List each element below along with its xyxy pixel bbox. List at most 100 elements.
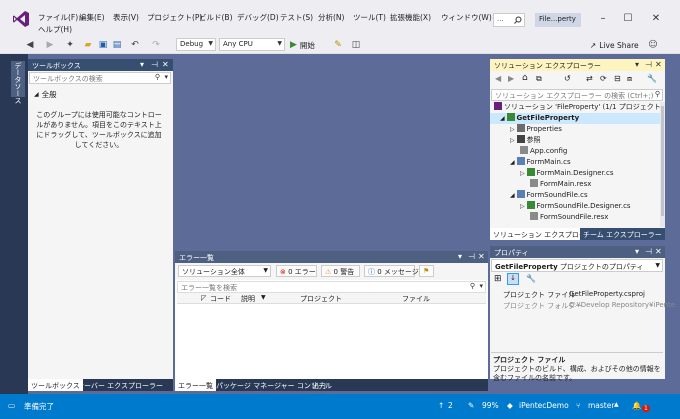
tab-team-explorer[interactable]: チーム エクスプローラー: [580, 228, 665, 240]
forward-icon[interactable]: ▶: [44, 39, 56, 51]
menu-project[interactable]: プロジェクト(P): [147, 12, 202, 23]
properties-wrench-icon[interactable]: 🔧: [647, 74, 657, 83]
tree-item-formmain-designer[interactable]: ▷ FormMain.Designer.cs: [490, 168, 614, 179]
col-description[interactable]: 説明: [241, 294, 255, 304]
property-row[interactable]: プロジェクト ファイル GetFileProperty.csproj: [493, 290, 663, 301]
save-all-icon[interactable]: ▤: [111, 39, 123, 51]
toolbox-group-general[interactable]: ◢ 全般: [34, 89, 57, 100]
tab-output[interactable]: 出力: [309, 379, 329, 391]
repository-icon[interactable]: ◆: [507, 401, 513, 410]
branch-name[interactable]: master: [588, 401, 614, 410]
refresh-icon[interactable]: ⟳: [600, 74, 607, 83]
save-icon[interactable]: ▣: [97, 39, 109, 51]
forward-icon[interactable]: ▶: [508, 74, 514, 83]
solution-explorer-search-input[interactable]: ソリューション エクスプローラー の検索 (Ctrl+;) ⚲: [491, 89, 663, 101]
menu-edit[interactable]: 編集(E): [79, 12, 105, 23]
pin-icon[interactable]: ⊣: [645, 247, 652, 256]
output-window-icon[interactable]: ▭: [8, 401, 15, 410]
tree-item-formmain[interactable]: ◢ FormMain.cs: [490, 157, 571, 168]
tree-item-formsoundfile-resx[interactable]: FormSoundFile.resx: [490, 212, 608, 223]
branch-icon[interactable]: ⑂: [576, 401, 581, 410]
configuration-select[interactable]: Debug ▼: [176, 38, 216, 51]
history-icon[interactable]: ↺: [564, 74, 571, 83]
repository-name[interactable]: iPentecDemo: [519, 401, 569, 410]
col-project[interactable]: プロジェクト: [300, 294, 342, 304]
chevron-down-icon[interactable]: ▾: [479, 282, 483, 290]
menu-build[interactable]: ビルド(B): [199, 12, 233, 23]
categorized-icon[interactable]: ⊞: [494, 274, 502, 284]
pending-changes-icon[interactable]: ⇄: [586, 74, 593, 83]
pin-icon[interactable]: ⊣: [645, 60, 652, 69]
tree-item-formmain-resx[interactable]: FormMain.resx: [490, 179, 591, 190]
commits-count[interactable]: 2: [448, 401, 453, 410]
collapse-all-icon[interactable]: ⊟: [614, 74, 621, 83]
redo-icon[interactable]: ↷: [150, 39, 162, 51]
switch-views-icon[interactable]: ⧉: [536, 74, 542, 84]
close-icon[interactable]: ✕: [649, 12, 663, 26]
back-icon[interactable]: ◀: [24, 39, 36, 51]
live-share-button[interactable]: ↗ Live Share: [590, 39, 639, 51]
menu-help[interactable]: ヘルプ(H): [38, 24, 72, 35]
menu-tools[interactable]: ツール(T): [353, 12, 386, 23]
maximize-icon[interactable]: ☐: [621, 12, 635, 26]
pin-icon[interactable]: ⊣: [468, 252, 475, 261]
menu-extensions[interactable]: 拡張機能(X): [390, 12, 431, 23]
error-scope-select[interactable]: ソリューション全体 ▼: [178, 265, 271, 277]
arrow-up-icon[interactable]: ↑: [438, 401, 444, 410]
scrollbar-thumb[interactable]: [661, 106, 664, 216]
pencil-icon[interactable]: ✎: [468, 401, 474, 410]
undo-icon[interactable]: ↶: [129, 39, 141, 51]
error-list-search-input[interactable]: エラー一覧を検索 ⚲ ▾: [177, 281, 486, 293]
menu-view[interactable]: 表示(V): [113, 12, 139, 23]
attach-icon[interactable]: ✎: [332, 39, 344, 51]
close-panel-icon[interactable]: ✕: [162, 60, 169, 69]
property-pages-icon[interactable]: 🔧: [526, 274, 536, 283]
alphabetical-icon[interactable]: ↓: [507, 273, 519, 285]
tree-item-project[interactable]: ◢ GetFileProperty: [490, 113, 660, 124]
menu-analyze[interactable]: 分析(N): [318, 12, 344, 23]
tree-item-solution[interactable]: ソリューション 'FileProperty' (1/1 プロジェクト): [490, 102, 663, 113]
open-folder-icon[interactable]: ▰: [82, 39, 94, 51]
minimize-icon[interactable]: –: [596, 12, 610, 26]
tab-server-explorer[interactable]: サーバー エクスプローラー: [74, 379, 166, 391]
panel-dropdown-icon[interactable]: ▾: [458, 252, 462, 261]
menu-window[interactable]: ウィンドウ(W): [441, 12, 492, 23]
tree-item-formsoundfile-designer[interactable]: ▷ FormSoundFile.Designer.cs: [490, 201, 631, 212]
property-row[interactable]: プロジェクト フォルダー C:¥Develop Repository¥iPent…: [493, 301, 675, 312]
new-project-icon[interactable]: ✦: [64, 39, 76, 51]
feedback-icon[interactable]: ☺: [647, 39, 659, 51]
tree-item-references[interactable]: ▷ 参照: [490, 135, 541, 146]
col-code[interactable]: コード: [210, 294, 231, 304]
pin-icon[interactable]: ⊣: [151, 60, 158, 69]
tree-scrollbar[interactable]: [660, 102, 665, 227]
notification-bell-icon[interactable]: 🔔: [632, 401, 641, 410]
chevron-up-icon[interactable]: ▲: [614, 401, 619, 408]
warnings-filter-button[interactable]: ⚠ 0 警告: [321, 265, 360, 277]
zoom-level[interactable]: 99%: [482, 401, 499, 410]
tree-item-formsoundfile[interactable]: ◢ FormSoundFile.cs: [490, 190, 588, 201]
chevron-down-icon[interactable]: ▾: [164, 73, 168, 81]
messages-filter-button[interactable]: ⓘ 0 メッセージ: [364, 265, 419, 277]
tree-item-app-config[interactable]: App.config: [490, 146, 567, 157]
panel-dropdown-icon[interactable]: ▾: [140, 60, 144, 69]
col-sort-icon[interactable]: ◸: [201, 294, 206, 302]
close-panel-icon[interactable]: ✕: [655, 247, 662, 256]
close-panel-icon[interactable]: ✕: [478, 252, 485, 261]
col-file[interactable]: ファイル: [402, 294, 430, 304]
errors-filter-button[interactable]: ⊗ 0 エラー: [276, 265, 317, 277]
panel-dropdown-icon[interactable]: ▾: [635, 60, 639, 69]
filter-icon[interactable]: ▼: [261, 294, 266, 301]
menu-file[interactable]: ファイル(F): [38, 12, 78, 23]
build-filter-icon[interactable]: ⚑: [419, 265, 434, 277]
home-icon[interactable]: ⌂: [522, 73, 528, 83]
global-search-box[interactable]: ...: [493, 13, 525, 27]
close-panel-icon[interactable]: ✕: [655, 60, 662, 69]
properties-object-select[interactable]: GetFileProperty プロジェクトのプロパティ ▼: [491, 259, 663, 272]
back-icon[interactable]: ◀: [495, 74, 501, 83]
tab-error-list[interactable]: エラー一覧: [175, 379, 216, 391]
toolbox-search-input[interactable]: ツールボックスの検索 ⚲ ▾: [29, 72, 171, 84]
solution-name-badge[interactable]: File...perty: [535, 13, 581, 27]
panel-dropdown-icon[interactable]: ▾: [635, 247, 639, 256]
menu-debug[interactable]: デバッグ(D): [237, 12, 279, 23]
start-button[interactable]: ▶ 開始: [290, 39, 315, 51]
